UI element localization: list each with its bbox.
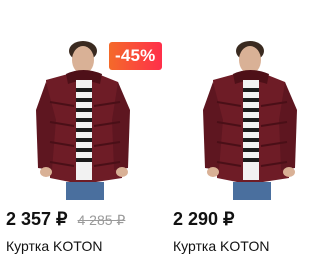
product-grid: -45% 2 357 ₽ 4 285 ₽ Куртка KOTON 2 290 ₽… xyxy=(0,0,327,280)
current-price: 2 290 ₽ xyxy=(173,209,235,229)
discount-badge: -45% xyxy=(109,42,162,70)
price-row: 2 290 ₽ xyxy=(173,209,235,231)
product-card[interactable]: -45% 2 357 ₽ 4 285 ₽ Куртка KOTON xyxy=(6,0,164,265)
product-title[interactable]: Куртка KOTON xyxy=(173,238,270,254)
current-price: 2 357 ₽ xyxy=(6,209,68,229)
price-row: 2 357 ₽ 4 285 ₽ xyxy=(6,209,125,231)
product-title[interactable]: Куртка KOTON xyxy=(6,238,103,254)
product-card[interactable]: 2 290 ₽ Куртка KOTON xyxy=(173,0,327,265)
product-image[interactable] xyxy=(173,40,323,200)
old-price: 4 285 ₽ xyxy=(77,212,126,228)
jacket-photo xyxy=(203,41,297,200)
